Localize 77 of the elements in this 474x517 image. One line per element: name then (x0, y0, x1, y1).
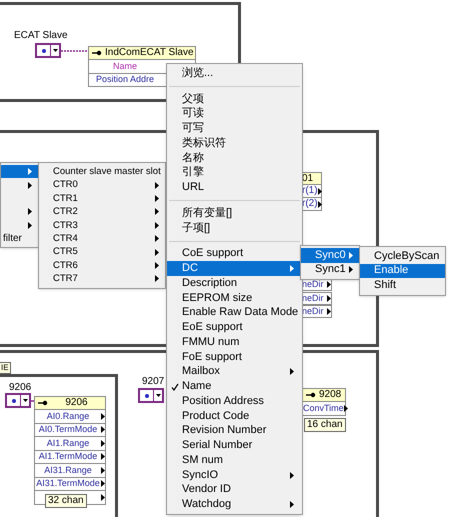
dropdown-arrow-icon (156, 394, 160, 397)
ring-control[interactable] (138, 388, 164, 403)
menu-item[interactable]: Watchdog (167, 497, 302, 512)
submenu-arrow-icon (290, 368, 294, 376)
menu-item[interactable]: FMMU num (167, 335, 302, 350)
channel-label: 16 chan (304, 418, 346, 432)
menu-item[interactable]: CTR3 (39, 218, 165, 232)
key-icon (38, 400, 48, 406)
dropdown-arrow-icon (22, 399, 28, 402)
wire (30, 399, 35, 403)
property-row[interactable]: AI1.TermMode (34, 450, 106, 464)
menu-item[interactable]: Revision Number (167, 424, 302, 438)
menu-item[interactable]: CTR7 (39, 272, 165, 286)
dropdown-arrow-icon (52, 49, 58, 52)
menu-item[interactable]: CTR2 (39, 205, 165, 219)
submenu-arrow-icon (290, 265, 294, 272)
property-row[interactable]: AI31.TermMode (34, 478, 106, 491)
submenu-arrow-icon (344, 404, 348, 412)
menu-item[interactable]: Enable Raw Data Mode (167, 306, 302, 320)
checkmark-icon (170, 382, 178, 391)
menu-item[interactable]: Position Address (167, 394, 302, 409)
menu-item[interactable]: CTR5 (39, 245, 165, 259)
submenu-arrow-icon (290, 472, 294, 479)
menu-item[interactable]: EEPROM size (167, 290, 302, 306)
menu-item[interactable]: CTR1 (39, 192, 165, 206)
menu-item[interactable]: 所有变量[] (167, 206, 302, 221)
control-label: 9206 (9, 381, 32, 395)
menu-item[interactable]: filter (1, 232, 38, 246)
menu-item[interactable]: DC (167, 261, 302, 276)
menu-item[interactable]: URL (167, 180, 302, 195)
control-label: 9207 (142, 375, 164, 389)
menu-item[interactable]: 父项 (167, 92, 302, 106)
menu-item[interactable]: SM num (167, 453, 302, 468)
menu-item[interactable]: 可读 (167, 106, 302, 122)
menu-item[interactable]: CoE support (167, 246, 302, 262)
menu-item[interactable]: 类标识符 (167, 136, 302, 151)
key-icon (306, 392, 316, 398)
menu-item[interactable]: Sync0 (301, 248, 359, 262)
property-row[interactable]: neDir (302, 292, 332, 304)
ring-control[interactable] (35, 43, 61, 58)
menu-item[interactable]: Shift (360, 278, 445, 292)
menu-item[interactable]: 名称 (167, 150, 302, 166)
property-row[interactable]: AI31.Range (34, 464, 106, 478)
tab-label: IE (0, 362, 11, 374)
ring-control[interactable] (5, 393, 31, 408)
menu-item[interactable]: Serial Number (167, 438, 302, 453)
menu-item[interactable]: 子项[] (167, 220, 302, 236)
menu-item[interactable]: Vendor ID (167, 482, 302, 498)
menu-item[interactable]: Sync1 (301, 262, 359, 277)
menu-item[interactable]: Counter slave master slot (39, 165, 165, 178)
node-title: 9206 (64, 398, 89, 408)
key-icon (92, 50, 102, 56)
property-row[interactable]: AI1.Range (34, 437, 106, 450)
menu-item[interactable]: Mailbox (167, 364, 302, 380)
menu-item[interactable]: CTR6 (39, 258, 165, 272)
node-title: 9208 (319, 390, 342, 400)
menu-item[interactable]: CTR0 (39, 178, 165, 192)
menu-item[interactable]: 可写 (167, 121, 302, 136)
menu-item[interactable]: Enable (360, 264, 445, 278)
submenu-arrow-icon (290, 501, 294, 508)
node-title: IndComECAT Slave (105, 48, 194, 58)
menu-item[interactable]: Name (167, 379, 302, 394)
menu-item[interactable]: CycleByScan (360, 249, 445, 264)
control-label: ECAT Slave (14, 29, 68, 43)
menu-item[interactable]: EoE support (167, 320, 302, 335)
wire (61, 49, 89, 53)
menu-item[interactable]: CTR4 (39, 232, 165, 246)
property-row[interactable]: ConvTime (302, 402, 346, 416)
menu-item[interactable]: SyncIO (167, 468, 302, 482)
channel-label: 32 chan (45, 494, 87, 508)
menu-item[interactable]: Product Code (167, 408, 302, 424)
property-row[interactable]: neDir (302, 305, 332, 318)
property-row[interactable]: AI0.Range (34, 410, 106, 424)
menu-item[interactable]: FoE support (167, 350, 302, 364)
menu-item[interactable]: 引擎 (167, 166, 302, 180)
menu-item[interactable]: Description (167, 276, 302, 291)
property-row[interactable]: AI0.TermMode (34, 424, 106, 437)
